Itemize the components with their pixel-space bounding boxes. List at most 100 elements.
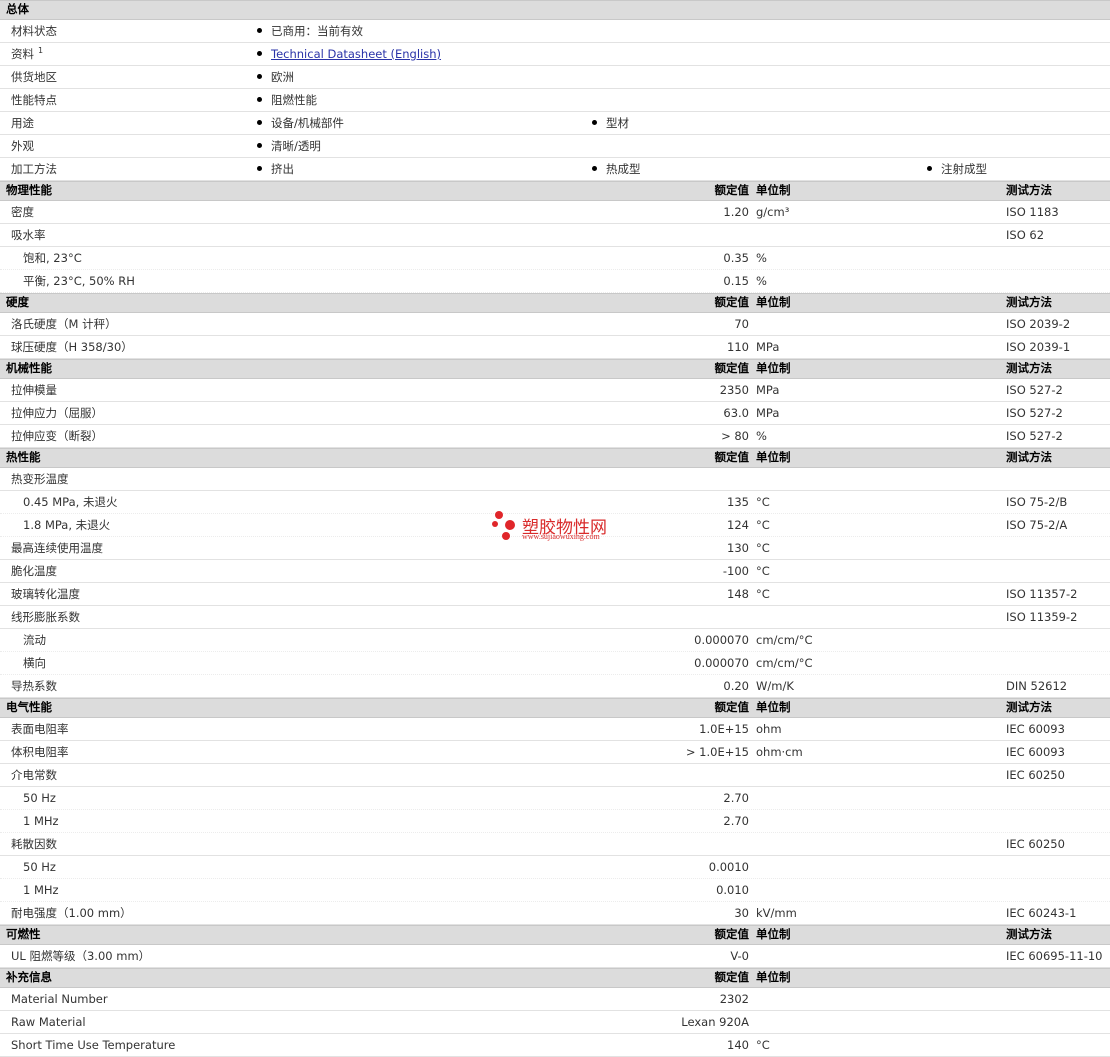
property-label: 介电常数 [11, 768, 57, 782]
property-row: 1 MHz 2.70 [0, 810, 1110, 833]
property-row: 玻璃转化温度 148 °C ISO 11357-2 [0, 583, 1110, 606]
property-value: 110 [727, 340, 749, 354]
property-label: 拉伸模量 [11, 383, 57, 397]
technical-datasheet-link[interactable]: Technical Datasheet (English) [271, 47, 441, 61]
section-title: 电气性能 [6, 700, 52, 714]
property-unit: cm/cm/°C [756, 633, 813, 647]
row-label: 加工方法 [11, 162, 57, 176]
property-value: 1.0E+15 [699, 722, 749, 736]
property-value: 0.010 [716, 883, 749, 897]
property-value: V-0 [730, 949, 749, 963]
column-header-unit: 单位制 [756, 450, 791, 464]
property-row: 吸水率 ISO 62 [0, 224, 1110, 247]
datasheet-bullet: Technical Datasheet (English) [257, 47, 441, 61]
property-row: 介电常数 IEC 60250 [0, 764, 1110, 787]
property-label: 饱和, 23°C [23, 251, 82, 265]
test-method: ISO 11357-2 [1006, 587, 1078, 601]
property-label: 脆化温度 [11, 564, 57, 578]
property-value: 0.0010 [708, 860, 749, 874]
column-header-unit: 单位制 [756, 183, 791, 197]
column-header-test: 测试方法 [1006, 450, 1052, 464]
property-label: Short Time Use Temperature [11, 1038, 176, 1052]
property-value: 2.70 [723, 791, 749, 805]
watermark-logo-icon [492, 510, 522, 544]
column-header-unit: 单位制 [756, 700, 791, 714]
section-header-physical: 物理性能 额定值 单位制 测试方法 [0, 181, 1110, 201]
property-unit: ohm·cm [756, 745, 803, 759]
property-row: 50 Hz 0.0010 [0, 856, 1110, 879]
row-literature: 资料 1 Technical Datasheet (English) [0, 43, 1110, 66]
test-method: ISO 2039-1 [1006, 340, 1071, 354]
property-value: Lexan 920A [681, 1015, 749, 1029]
property-label: 平衡, 23°C, 50% RH [23, 274, 135, 288]
column-header-test: 测试方法 [1006, 183, 1052, 197]
property-row: 表面电阻率 1.0E+15 ohm IEC 60093 [0, 718, 1110, 741]
section-title: 热性能 [6, 450, 41, 464]
property-value: 124 [727, 518, 749, 532]
property-label: 拉伸应力（屈服） [11, 406, 103, 420]
property-unit: MPa [756, 340, 780, 354]
column-header-nominal: 额定值 [714, 450, 750, 464]
row-bullet-value: 热成型 [592, 161, 641, 177]
property-label: 拉伸应变（断裂） [11, 429, 103, 443]
property-row: 拉伸应力（屈服） 63.0 MPa ISO 527-2 [0, 402, 1110, 425]
column-header-unit: 单位制 [756, 970, 791, 984]
property-label: 耐电强度（1.00 mm） [11, 906, 132, 920]
property-label: 流动 [23, 633, 46, 647]
section-title: 硬度 [6, 295, 29, 309]
property-unit: % [756, 274, 767, 288]
row-appearance: 外观 清晰/透明 [0, 135, 1110, 158]
property-label: 洛氏硬度（M 计秤） [11, 317, 117, 331]
test-method: IEC 60695-11-10 [1006, 949, 1103, 963]
property-row: 球压硬度（H 358/30） 110 MPa ISO 2039-1 [0, 336, 1110, 359]
test-method: IEC 60250 [1006, 768, 1065, 782]
section-header-electrical: 电气性能 额定值 单位制 测试方法 [0, 698, 1110, 718]
section-header-flammability: 可燃性 额定值 单位制 测试方法 [0, 925, 1110, 945]
row-bullet-value: 设备/机械部件 [257, 115, 344, 131]
row-bullet-value: 欧洲 [257, 69, 294, 85]
property-row: 拉伸应变（断裂） > 80% ISO 527-2 [0, 425, 1110, 448]
property-value: 1.20 [723, 205, 749, 219]
test-method: ISO 527-2 [1006, 429, 1063, 443]
property-label: 密度 [11, 205, 34, 219]
property-row: Raw Material Lexan 920A [0, 1011, 1110, 1034]
section-header-thermal: 热性能 额定值 单位制 测试方法 [0, 448, 1110, 468]
column-header-test: 测试方法 [1006, 700, 1052, 714]
footnote-marker: 1 [38, 46, 44, 56]
property-label: Material Number [11, 992, 108, 1006]
property-label: 玻璃转化温度 [11, 587, 80, 601]
property-row: 拉伸模量 2350 MPa ISO 527-2 [0, 379, 1110, 402]
column-header-unit: 单位制 [756, 927, 791, 941]
column-header-nominal: 额定值 [714, 927, 750, 941]
property-label: 热变形温度 [11, 472, 69, 486]
property-value: 148 [727, 587, 749, 601]
property-row: 导热系数 0.20 W/m/K DIN 52612 [0, 675, 1110, 698]
property-row: 密度 1.20 g/cm³ ISO 1183 [0, 201, 1110, 224]
property-row: 耐电强度（1.00 mm） 30 kV/mm IEC 60243-1 [0, 902, 1110, 925]
row-uses: 用途 设备/机械部件 型材 [0, 112, 1110, 135]
property-value: 63.0 [723, 406, 749, 420]
row-features: 性能特点 阻燃性能 [0, 89, 1110, 112]
row-bullet-value: 已商用：当前有效 [257, 23, 363, 39]
property-label: 吸水率 [11, 228, 46, 242]
property-unit: % [756, 251, 767, 265]
test-method: IEC 60250 [1006, 837, 1065, 851]
section-title: 可燃性 [6, 927, 41, 941]
section-header-additional: 补充信息 额定值 单位制 [0, 968, 1110, 988]
column-header-test: 测试方法 [1006, 927, 1052, 941]
section-title: 物理性能 [6, 183, 52, 197]
property-label: Raw Material [11, 1015, 86, 1029]
property-label: UL 阻燃等级（3.00 mm） [11, 949, 151, 963]
row-processing: 加工方法 挤出 热成型 注射成型 [0, 158, 1110, 181]
property-value: 30 [734, 906, 749, 920]
property-unit: ohm [756, 722, 782, 736]
literature-label: 资料 [11, 47, 34, 61]
property-unit: °C [756, 587, 770, 601]
section-header-hardness: 硬度 额定值 单位制 测试方法 [0, 293, 1110, 313]
property-value: 140 [727, 1038, 749, 1052]
property-label: 线形膨胀系数 [11, 610, 80, 624]
column-header-test: 测试方法 [1006, 295, 1052, 309]
test-method: DIN 52612 [1006, 679, 1068, 693]
test-method: ISO 62 [1006, 228, 1045, 242]
property-row: UL 阻燃等级（3.00 mm） V-0 IEC 60695-11-10 [0, 945, 1110, 968]
